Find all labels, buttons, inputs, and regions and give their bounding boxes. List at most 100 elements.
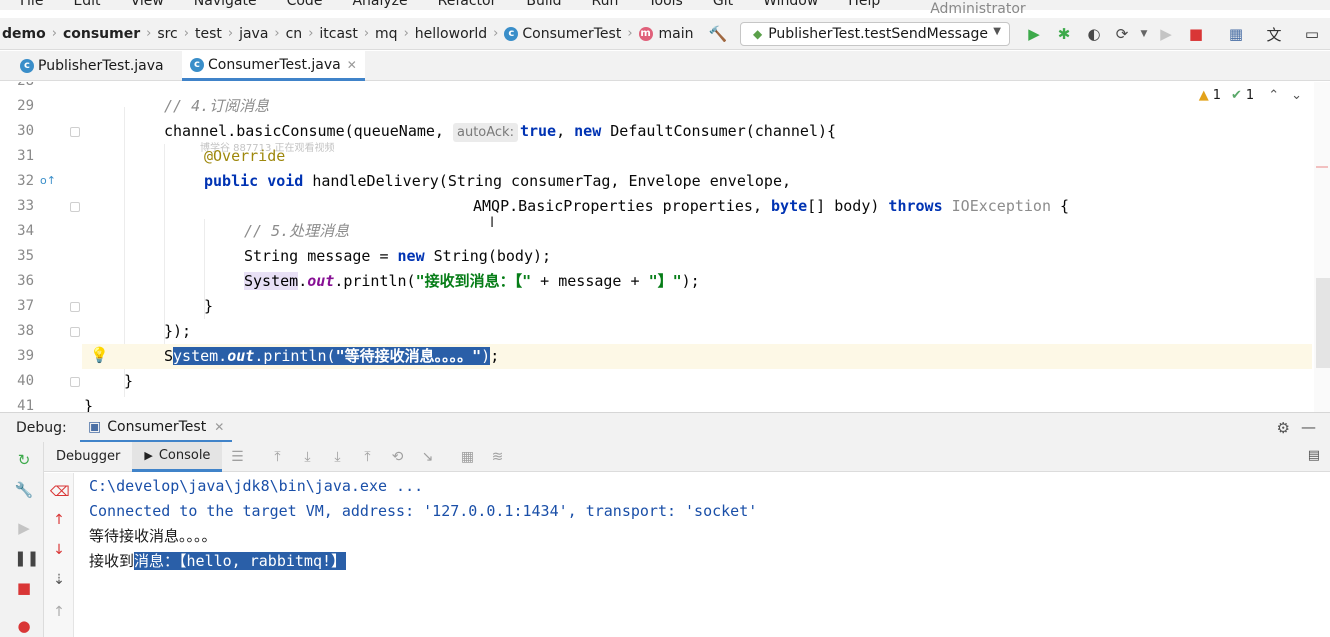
profiler-icon[interactable]: ⟳ <box>1112 24 1132 44</box>
code-keyword: new <box>574 122 602 140</box>
menu-analyze[interactable]: Analyze <box>332 0 417 9</box>
override-marker-icon[interactable]: o↑ <box>40 174 56 187</box>
menu-window[interactable]: Window <box>743 0 828 9</box>
menu-refactor[interactable]: Refactor <box>418 0 507 9</box>
menu-edit[interactable]: Edit <box>53 0 110 9</box>
profiler-dropdown-icon[interactable]: ▼ <box>1134 24 1154 44</box>
breadcrumb-test[interactable]: test <box>195 26 222 42</box>
code-selection[interactable]: ystem.out.println("等待接收消息。。。。") <box>173 347 491 365</box>
code-text: } <box>84 397 94 412</box>
breadcrumb-method[interactable]: m main <box>638 26 694 42</box>
fold-marker-icon[interactable] <box>70 377 80 387</box>
gear-icon[interactable]: ⚙ <box>1277 419 1290 437</box>
stop-icon[interactable]: ■ <box>1186 24 1206 44</box>
menu-view[interactable]: View <box>111 0 174 9</box>
scroll-top-icon[interactable]: ↑ <box>50 603 68 621</box>
breadcrumb-project[interactable]: demo <box>2 26 46 42</box>
code-keyword: true <box>519 122 557 140</box>
inspection-widget[interactable]: ▲ 1 ✔ 1 ⌃ ⌄ <box>1199 88 1302 103</box>
evaluate-icon[interactable]: ▦ <box>452 449 482 465</box>
line-number: 37 <box>17 298 34 314</box>
code-text: ystem. <box>173 347 228 365</box>
pause-icon[interactable]: ❚❚ <box>14 548 39 568</box>
wrench-icon[interactable]: 🔧 <box>14 480 34 500</box>
close-tab-icon[interactable]: ✕ <box>347 58 357 72</box>
fold-marker-icon[interactable] <box>70 127 80 137</box>
up-arrow-icon[interactable]: ↑ <box>50 511 68 529</box>
editor-scrollbar[interactable] <box>1314 82 1330 412</box>
line-number: 35 <box>17 248 34 264</box>
run-configuration-select[interactable]: ◆ PublisherTest.testSendMessage ▼ <box>740 22 1010 46</box>
code-field: out <box>307 272 335 290</box>
stop-icon[interactable]: ■ <box>14 578 34 598</box>
view-breakpoints-icon[interactable]: ● <box>14 616 34 636</box>
line-number: 31 <box>17 148 34 164</box>
code-text: [] body) <box>807 197 889 215</box>
code-text: } <box>204 297 214 315</box>
coverage-icon[interactable]: ◐ <box>1084 24 1104 44</box>
breadcrumb-class[interactable]: c ConsumerTest <box>504 26 621 42</box>
code-keyword: throws <box>888 197 943 215</box>
fold-marker-icon[interactable] <box>70 327 80 337</box>
code-editor[interactable]: 28 29 30 31 32 33 34 35 36 37 38 39 40 4… <box>0 82 1330 412</box>
console-output[interactable]: C:\develop\java\jdk8\bin\java.exe ... Co… <box>75 473 1330 637</box>
step-over-icon[interactable]: ⤓ <box>292 449 322 465</box>
breadcrumb-java[interactable]: java <box>239 26 268 42</box>
step-out-icon[interactable]: ⤒ <box>352 449 382 465</box>
translate-icon[interactable]: 文 <box>1264 24 1284 44</box>
tab-console[interactable]: ▶ Console <box>132 441 223 472</box>
fold-marker-icon[interactable] <box>70 302 80 312</box>
breadcrumb-separator: › <box>493 26 499 41</box>
menu-build[interactable]: Build <box>506 0 571 9</box>
minimize-icon[interactable]: — <box>1301 418 1316 436</box>
panel-layout-icon[interactable]: ▭ <box>1302 24 1322 44</box>
scrollbar-thumb[interactable] <box>1316 278 1330 368</box>
code-text: }); <box>164 322 192 340</box>
breadcrumb-src[interactable]: src <box>157 26 177 42</box>
run-icon[interactable]: ▶ <box>1024 24 1044 44</box>
down-arrow-icon[interactable]: ↓ <box>50 541 68 559</box>
rerun-icon[interactable]: ↻ <box>14 450 34 470</box>
step-into-icon[interactable]: ⤓ <box>322 449 352 465</box>
breadcrumb-module[interactable]: consumer <box>63 26 140 42</box>
menu-lines-icon[interactable]: ☰ <box>222 449 252 465</box>
build-hammer-icon[interactable]: 🔨 <box>708 24 728 44</box>
code-text: } <box>124 372 134 390</box>
run-to-cursor-icon[interactable]: ↘ <box>412 449 442 465</box>
code-class: System <box>244 272 299 290</box>
layout-icon[interactable]: ▤ <box>1308 448 1320 463</box>
close-tab-icon[interactable]: ✕ <box>214 420 224 434</box>
chevron-up-icon[interactable]: ⌃ <box>1268 88 1279 103</box>
project-structure-icon[interactable]: ▦ <box>1226 24 1246 44</box>
show-execution-point-icon[interactable]: ⤒ <box>262 449 292 465</box>
console-selection[interactable]: 消息：【hello, rabbitmq!】 <box>134 552 347 570</box>
tab-consumer-test[interactable]: c ConsumerTest.java ✕ <box>182 51 365 81</box>
tab-debugger[interactable]: Debugger <box>44 442 132 472</box>
lightbulb-icon[interactable]: 💡 <box>90 346 109 364</box>
clear-icon[interactable]: ⌫ <box>50 483 70 501</box>
line-number: 32 <box>17 173 34 189</box>
menu-git[interactable]: Git <box>693 0 743 9</box>
menu-file[interactable]: File <box>0 0 53 9</box>
debug-session-tab[interactable]: ▣ ConsumerTest ✕ <box>80 413 233 443</box>
breadcrumb-mq[interactable]: mq <box>375 26 398 42</box>
code-text: + message + <box>531 272 649 290</box>
tab-publisher-test[interactable]: c PublisherTest.java <box>12 51 172 81</box>
menu-run[interactable]: Run <box>572 0 629 9</box>
fold-marker-icon[interactable] <box>70 202 80 212</box>
menu-tools[interactable]: Tools <box>628 0 693 9</box>
debug-bug-icon[interactable]: ✱ <box>1054 24 1074 44</box>
breadcrumb-helloworld[interactable]: helloworld <box>415 26 487 42</box>
breadcrumb-itcast[interactable]: itcast <box>319 26 357 42</box>
menu-navigate[interactable]: Navigate <box>174 0 267 9</box>
menu-help[interactable]: Help <box>828 0 890 9</box>
breadcrumb-cn[interactable]: cn <box>286 26 303 42</box>
chevron-down-icon[interactable]: ⌄ <box>1291 88 1302 103</box>
error-stripe-mark[interactable] <box>1316 166 1328 168</box>
menu-code[interactable]: Code <box>267 0 333 9</box>
console-line: Connected to the target VM, address: '12… <box>89 502 758 520</box>
sort-icon[interactable]: ⇣ <box>50 571 68 589</box>
code-text: ); <box>681 272 700 290</box>
drop-frame-icon[interactable]: ⟲ <box>382 449 412 465</box>
trace-icon[interactable]: ≋ <box>482 449 512 465</box>
